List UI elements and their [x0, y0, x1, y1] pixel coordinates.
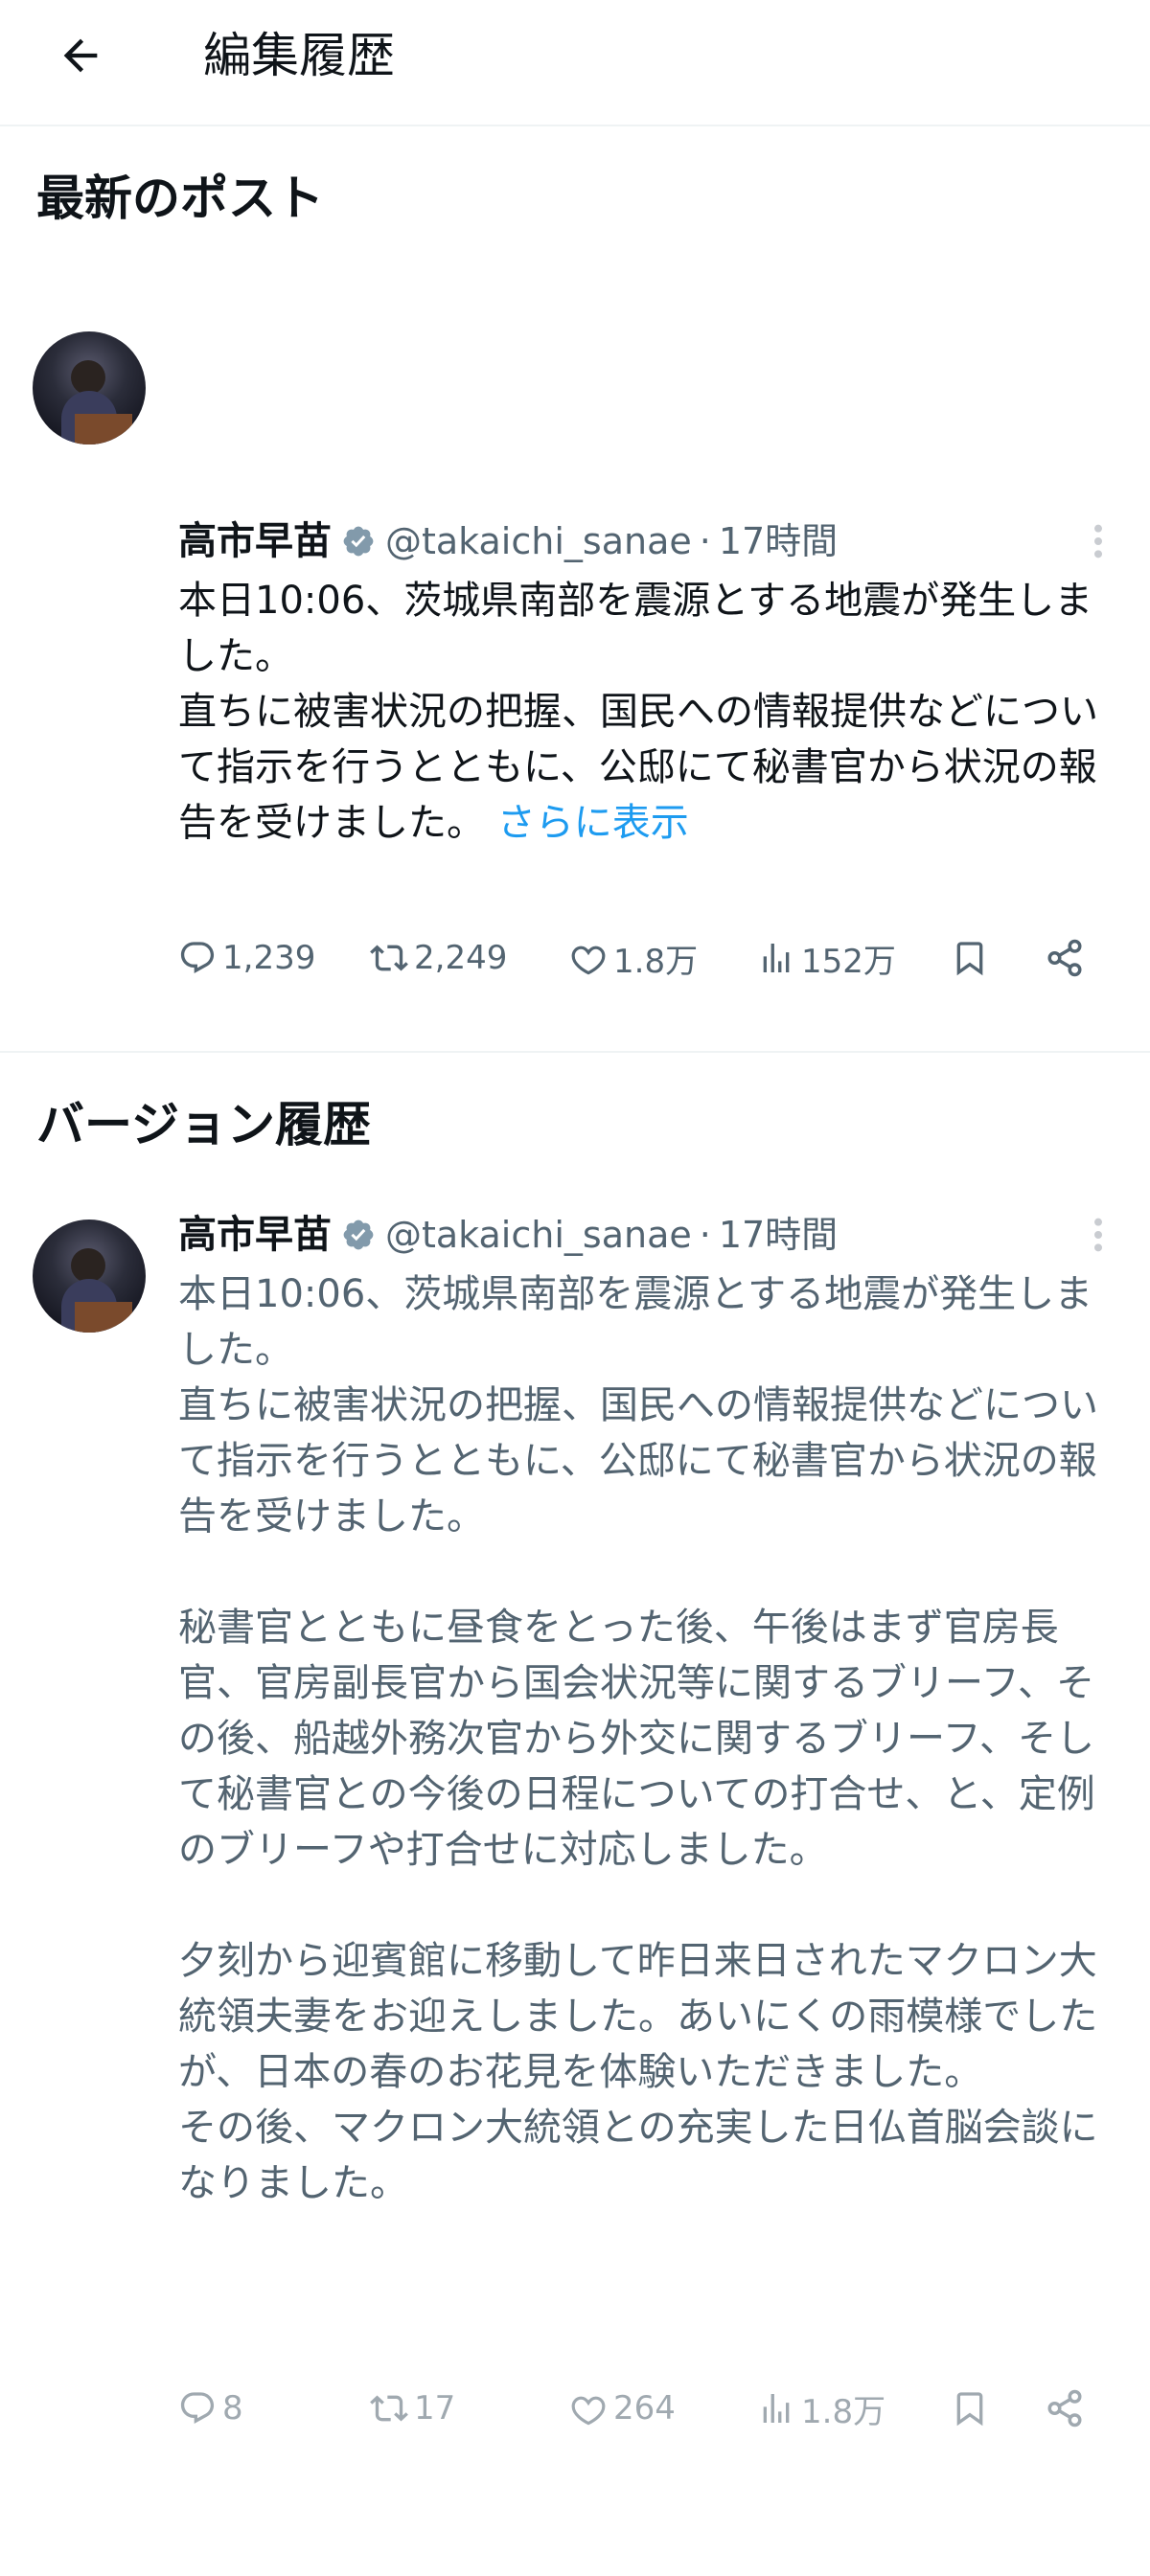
- reply-button[interactable]: 8: [178, 2389, 243, 2428]
- like-button[interactable]: 1.8万: [569, 935, 698, 982]
- page-title: 編集履歴: [203, 28, 395, 83]
- more-vertical-icon: [1094, 1218, 1102, 1252]
- post-header: 高市早苗 @takaichi_sanae · 17時間: [178, 1211, 838, 1259]
- like-count: 264: [613, 2389, 676, 2428]
- post-body: 本日10:06、茨城県南部を震源とする地震が発生しました。 直ちに被害状況の把握…: [178, 1266, 1123, 2211]
- more-options-button[interactable]: [1079, 1211, 1117, 1259]
- back-button[interactable]: [50, 25, 111, 86]
- share-button[interactable]: [1045, 2388, 1091, 2428]
- heart-icon: [571, 946, 606, 975]
- like-count: 1.8万: [613, 942, 699, 981]
- reply-icon: [180, 942, 215, 973]
- bookmark-icon: [956, 2392, 983, 2427]
- post-text: 本日10:06、茨城県南部を震源とする地震が発生しました。 直ちに被害状況の把握…: [178, 1272, 1098, 2205]
- arrow-left-icon: [63, 38, 98, 73]
- retweet-count: 17: [414, 2389, 456, 2428]
- bookmark-button[interactable]: [951, 2389, 995, 2428]
- more-vertical-icon: [1094, 524, 1102, 559]
- views-button[interactable]: 1.8万: [757, 2385, 886, 2432]
- post-time[interactable]: 17時間: [719, 517, 838, 565]
- reply-button[interactable]: 1,239: [178, 939, 315, 977]
- heart-icon: [571, 2396, 606, 2426]
- version-history-heading: バージョン履歴: [36, 1097, 371, 1152]
- bookmark-icon: [956, 942, 983, 976]
- retweet-count: 2,249: [414, 939, 508, 977]
- section-divider: [0, 1051, 1150, 1053]
- history-post[interactable]: 高市早苗 @takaichi_sanae · 17時間 本日10:06、茨城県南…: [0, 1158, 1150, 2576]
- author-name[interactable]: 高市早苗: [178, 517, 332, 565]
- reply-icon: [180, 2392, 215, 2424]
- bookmark-button[interactable]: [951, 939, 995, 977]
- avatar[interactable]: [33, 331, 146, 445]
- like-button[interactable]: 264: [569, 2389, 676, 2428]
- retweet-icon: [370, 2395, 408, 2422]
- share-icon: [1047, 939, 1082, 977]
- separator: ·: [699, 520, 711, 562]
- top-bar: 編集履歴: [0, 0, 1150, 126]
- more-options-button[interactable]: [1079, 517, 1117, 565]
- reply-count: 1,239: [222, 939, 316, 977]
- views-icon: [763, 2394, 790, 2423]
- retweet-button[interactable]: 2,249: [370, 939, 507, 977]
- avatar[interactable]: [33, 1220, 146, 1333]
- author-handle[interactable]: @takaichi_sanae: [385, 1211, 692, 1259]
- share-button[interactable]: [1045, 938, 1091, 978]
- views-count: 152万: [801, 942, 896, 981]
- separator: ·: [699, 1214, 711, 1256]
- latest-post-heading: 最新のポスト: [36, 171, 324, 226]
- retweet-button[interactable]: 17: [370, 2389, 455, 2428]
- author-name[interactable]: 高市早苗: [178, 1211, 332, 1259]
- post-time[interactable]: 17時間: [719, 1211, 838, 1259]
- latest-post[interactable]: 高市早苗 @takaichi_sanae · 17時間 本日10:06、茨城県南…: [0, 232, 1150, 981]
- verified-badge-icon: [341, 524, 376, 559]
- post-header: 高市早苗 @takaichi_sanae · 17時間: [178, 517, 838, 565]
- reply-count: 8: [222, 2389, 243, 2428]
- post-body: 本日10:06、茨城県南部を震源とする地震が発生しました。 直ちに被害状況の把握…: [178, 573, 1123, 851]
- verified-badge-icon: [341, 1218, 376, 1252]
- show-more-link[interactable]: さらに表示: [497, 801, 689, 845]
- views-icon: [763, 944, 790, 972]
- retweet-icon: [370, 945, 408, 971]
- views-count: 1.8万: [801, 2392, 886, 2431]
- author-handle[interactable]: @takaichi_sanae: [385, 517, 692, 565]
- views-button[interactable]: 152万: [757, 935, 896, 982]
- share-icon: [1047, 2389, 1082, 2428]
